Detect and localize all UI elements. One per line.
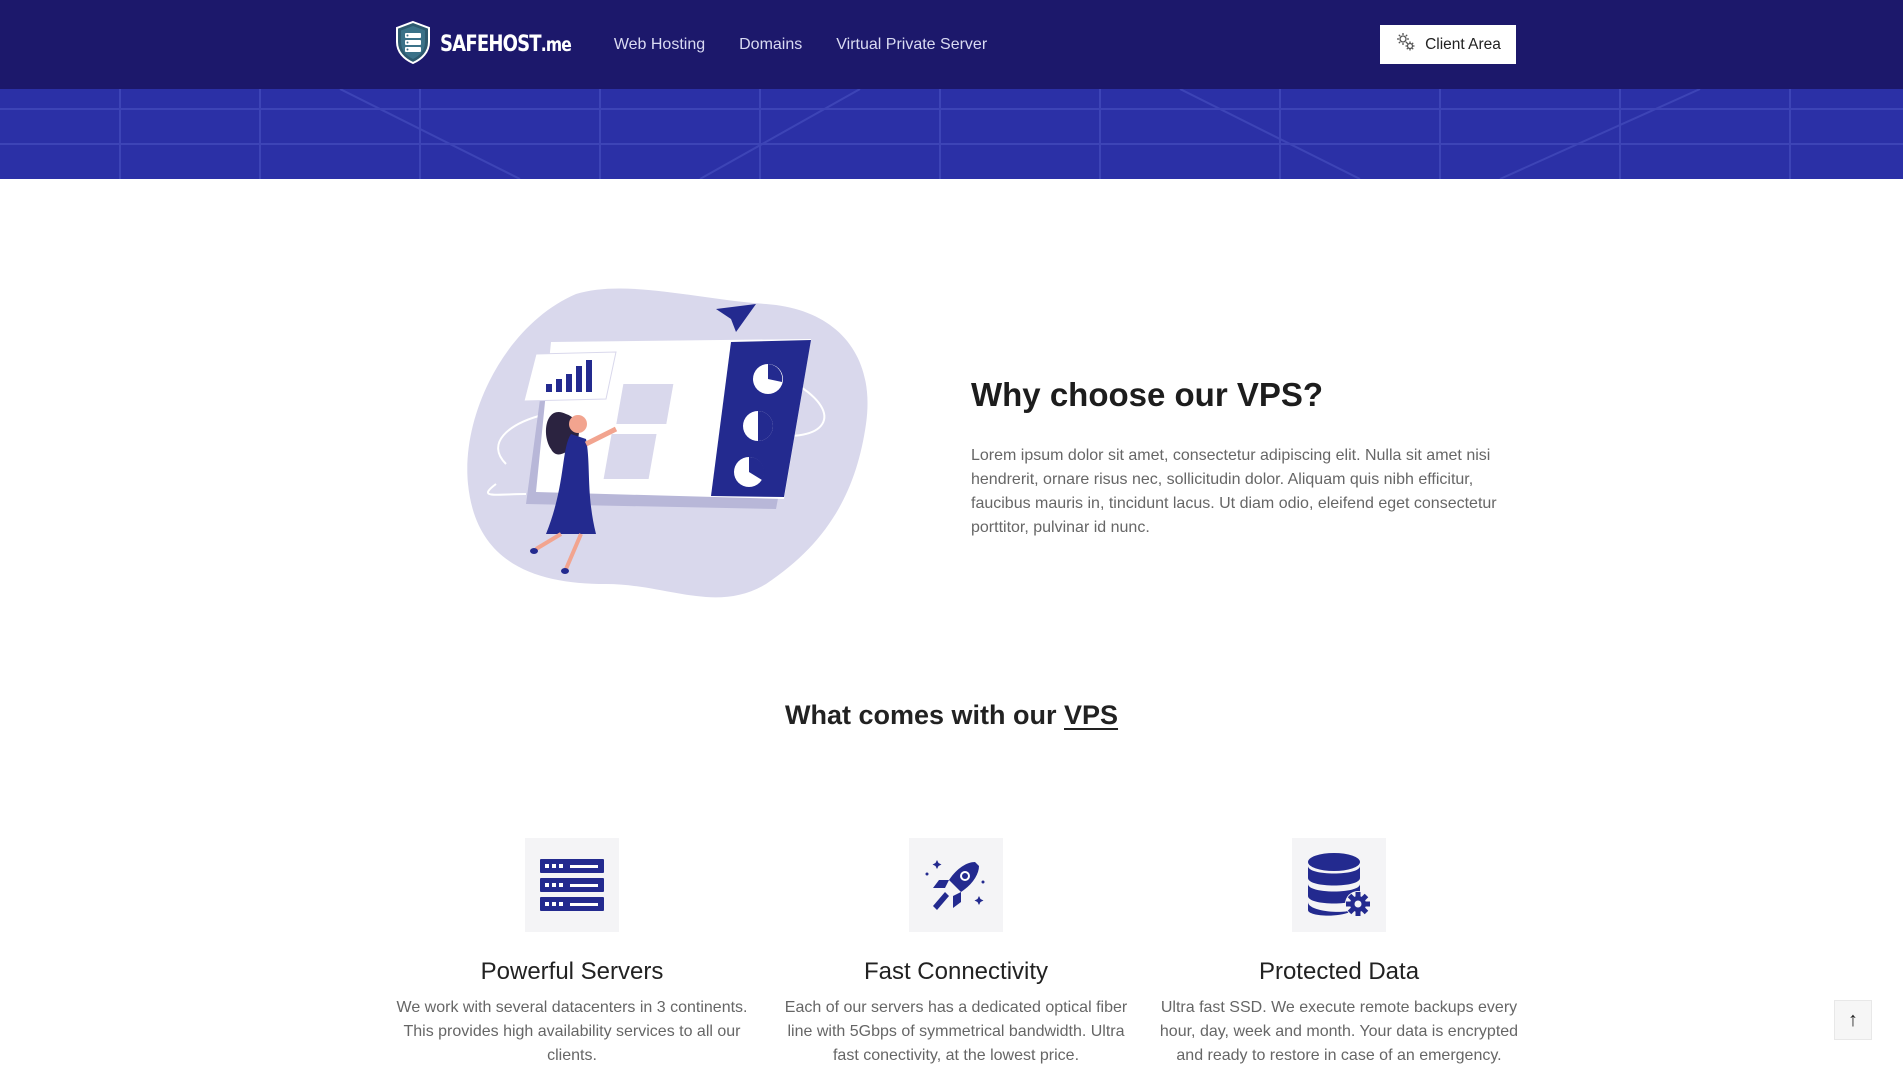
nav-virtual-private-server[interactable]: Virtual Private Server (836, 36, 987, 54)
feature-text: We work with several datacenters in 3 co… (396, 999, 748, 1064)
vps-illustration (466, 284, 872, 598)
feature-protected-data: Protected Data Ultra fast SSD. We execut… (1156, 838, 1522, 1068)
why-choose-text: Lorem ipsum dolor sit amet, consectetur … (971, 447, 1497, 536)
features-heading: What comes with our VPS (0, 700, 1903, 731)
nav-domains[interactable]: Domains (739, 36, 802, 54)
nav-web-hosting[interactable]: Web Hosting (614, 36, 705, 54)
server-room-texture (0, 89, 1903, 179)
top-navbar: SAFEHOST.me Web Hosting Domains Virtual … (0, 0, 1903, 89)
shield-server-icon (394, 20, 432, 69)
feature-text: Each of our servers has a dedicated opti… (784, 999, 1128, 1064)
brand-suffix: .me (540, 34, 572, 56)
brand-logo-link[interactable]: SAFEHOST.me (394, 20, 600, 69)
scroll-to-top-button[interactable]: ↑ (1834, 1000, 1872, 1040)
database-gear-icon (1292, 838, 1386, 932)
features-heading-prefix: What comes with our (784, 700, 1064, 730)
feature-title: Fast Connectivity (863, 958, 1049, 985)
brand-name: SAFEHOST.me (440, 32, 572, 57)
rocket-icon (909, 838, 1003, 932)
gears-icon (1395, 31, 1417, 58)
main-nav: Web Hosting Domains Virtual Private Serv… (614, 36, 987, 54)
client-area-label: Client Area (1425, 35, 1501, 53)
feature-fast-connectivity: Fast Connectivity Each of our servers ha… (773, 838, 1139, 1068)
why-choose-title: Why choose our VPS? (971, 376, 1324, 413)
navbar-inner: SAFEHOST.me Web Hosting Domains Virtual … (394, 0, 1516, 89)
feature-title: Powerful Servers (480, 958, 664, 985)
feature-powerful-servers: Powerful Servers We work with several da… (389, 838, 755, 1068)
features-heading-highlight: VPS (1064, 700, 1119, 730)
server-rack-icon (525, 838, 619, 932)
feature-text: Ultra fast SSD. We execute remote backup… (1159, 999, 1519, 1064)
client-area-button[interactable]: Client Area (1380, 25, 1516, 64)
feature-title: Protected Data (1258, 958, 1420, 985)
hero-banner (0, 89, 1903, 179)
